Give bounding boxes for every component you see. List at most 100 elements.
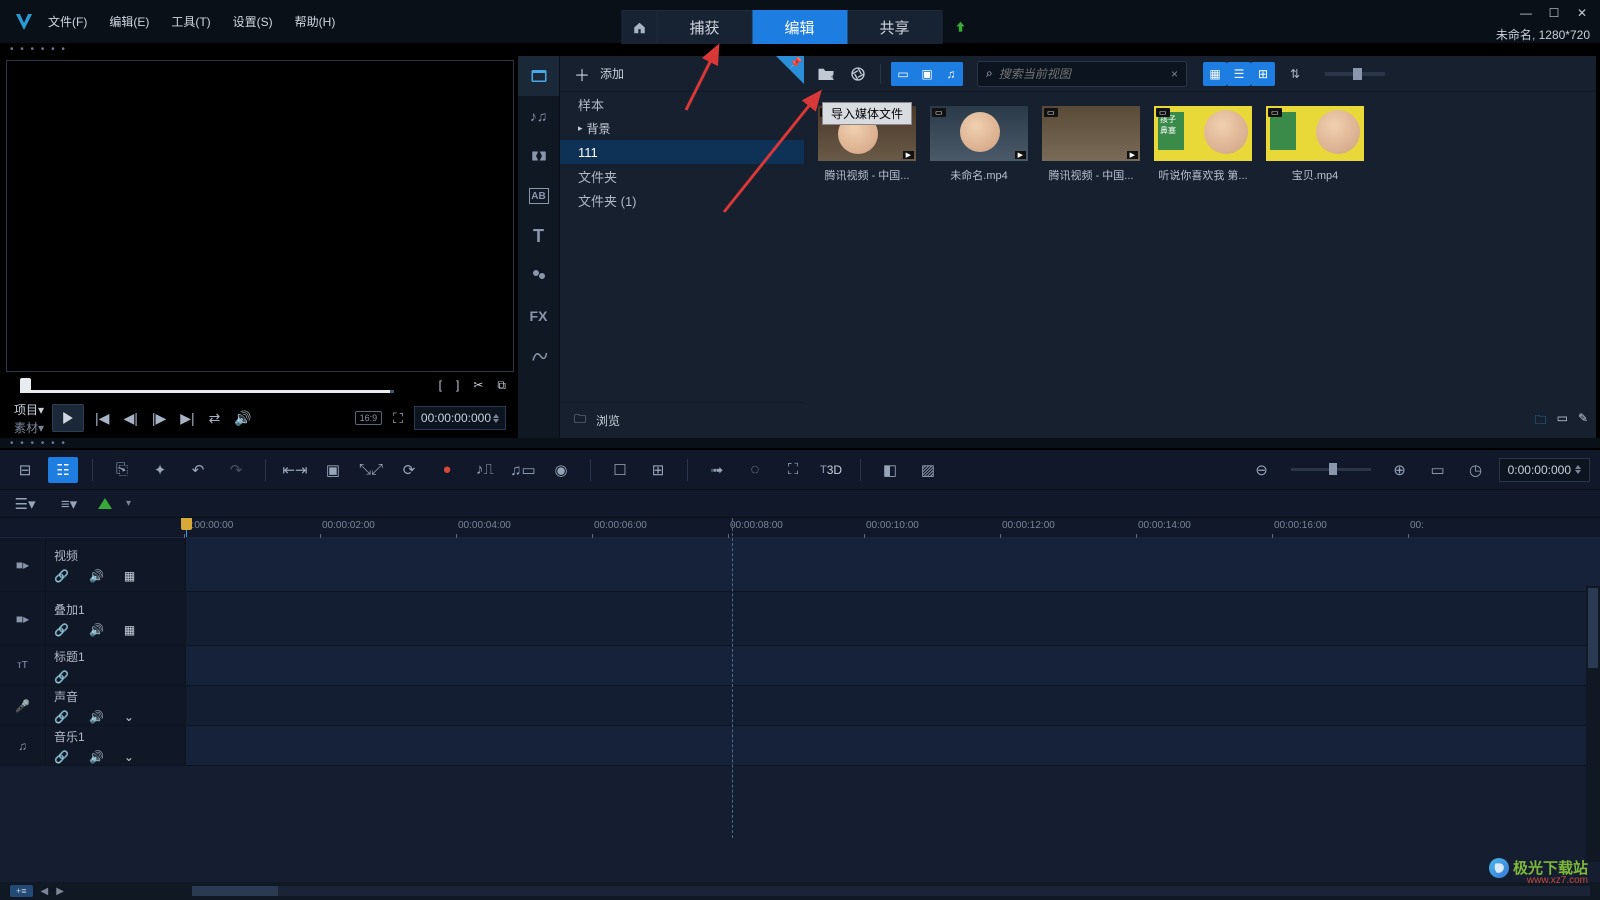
filter-audio-icon[interactable]: ♫	[939, 62, 963, 86]
media-item[interactable]: ▭▶未命名.mp4	[930, 106, 1028, 183]
fit-project-icon[interactable]: ▭	[1423, 457, 1453, 483]
capture-button[interactable]	[846, 62, 870, 86]
volume-icon[interactable]: 🔊	[89, 569, 104, 583]
go-start-button[interactable]: |◀	[92, 410, 112, 427]
lib-edit-icon[interactable]: ✎	[1578, 411, 1588, 432]
tool-screen-icon[interactable]: ▨	[913, 457, 943, 483]
tool-track-icon[interactable]: ◌	[740, 457, 770, 483]
sidetab-path-icon[interactable]	[518, 336, 559, 376]
menu-edit[interactable]: 编辑(E)	[109, 13, 149, 30]
lib-card-icon[interactable]: ▭	[1557, 411, 1568, 432]
tool-mixer-icon[interactable]: ♪⎍	[470, 457, 500, 483]
sidetab-transition-icon[interactable]	[518, 136, 559, 176]
play-button[interactable]	[52, 404, 84, 432]
tool-chapter-icon[interactable]: ☐	[605, 457, 635, 483]
panel-drag-dots-top[interactable]: • • • • • •	[0, 44, 1600, 54]
tool-trim-icon[interactable]: ⇤⇥	[280, 457, 310, 483]
preview-mode-material[interactable]: 素材▾	[14, 419, 44, 436]
tool-table-icon[interactable]: ⊞	[643, 457, 673, 483]
panel-drag-dots-mid[interactable]: • • • • • •	[0, 438, 1600, 448]
sort-icon[interactable]: ⇅	[1283, 62, 1307, 86]
volume-icon[interactable]: 🔊	[89, 750, 104, 764]
snapshot-icon[interactable]: ⧉	[497, 378, 506, 393]
link-icon[interactable]: 🔗	[54, 750, 69, 764]
link-icon[interactable]: 🔗	[54, 623, 69, 637]
track-menu2-icon[interactable]: ≡▾	[54, 491, 84, 517]
chevron-down-icon[interactable]: ⌄	[124, 710, 134, 724]
go-end-button[interactable]: ▶|	[177, 410, 197, 427]
window-maximize-button[interactable]: ☐	[1544, 6, 1564, 20]
tab-edit[interactable]: 编辑	[753, 10, 848, 44]
tool-split-icon[interactable]: ⤡⤢	[356, 457, 386, 483]
expand-preview-button[interactable]: ⛶	[390, 410, 406, 427]
marker-toggle-icon[interactable]	[98, 498, 112, 509]
upload-button[interactable]	[943, 10, 979, 44]
zoom-in-icon[interactable]: ⊕	[1385, 457, 1415, 483]
tool-paint-icon[interactable]: ◧	[875, 457, 905, 483]
tool-auto-music-icon[interactable]: ♫▭	[508, 457, 538, 483]
timeline-view-icon[interactable]: ☷	[48, 457, 78, 483]
split-scissors-icon[interactable]: ✂	[473, 378, 483, 393]
pin-icon[interactable]: 📌	[790, 58, 802, 69]
menu-help[interactable]: 帮助(H)	[295, 13, 336, 30]
menu-file[interactable]: 文件(F)	[48, 13, 87, 30]
sidetab-text-icon[interactable]: T	[518, 216, 559, 256]
storyboard-view-icon[interactable]: ⊟	[10, 457, 40, 483]
vertical-scrollbar[interactable]	[1586, 586, 1600, 862]
link-icon[interactable]: 🔗	[54, 569, 69, 583]
view-grid-icon[interactable]: ⊞	[1251, 62, 1275, 86]
timeline-ruler[interactable]: 0:00:00:00 00:00:02:00 00:00:04:00 00:00…	[186, 518, 1600, 538]
tool-3d-title-icon[interactable]: T3D	[816, 457, 846, 483]
volume-icon[interactable]: 🔊	[89, 623, 104, 637]
grid-icon[interactable]: ▦	[124, 569, 135, 583]
tree-item-sample[interactable]: 样本	[560, 92, 804, 116]
preview-mode-project[interactable]: 项目▾	[14, 401, 44, 418]
home-button[interactable]	[622, 10, 658, 44]
volume-icon[interactable]: 🔊	[89, 710, 104, 724]
menu-tools[interactable]: 工具(T)	[171, 13, 210, 30]
chevron-down-icon[interactable]: ⌄	[124, 750, 134, 764]
add-track-button[interactable]: +≡	[10, 885, 33, 897]
zoom-slider[interactable]	[1291, 468, 1371, 471]
add-folder-button[interactable]: ＋ 添加 📌	[560, 56, 804, 92]
view-list-icon[interactable]: ☰	[1227, 62, 1251, 86]
window-minimize-button[interactable]: —	[1516, 6, 1536, 20]
tool-crop-icon[interactable]: ▣	[318, 457, 348, 483]
expand-icon[interactable]: ▸	[578, 123, 583, 134]
window-close-button[interactable]: ✕	[1572, 6, 1592, 20]
redo-icon[interactable]: ↷	[221, 457, 251, 483]
tree-item-folder1[interactable]: 文件夹 (1)	[560, 188, 804, 212]
media-item[interactable]: ▭宝贝.mp4	[1266, 106, 1364, 183]
tool-record-icon[interactable]: ●	[432, 457, 462, 483]
tool-mask-icon[interactable]: ⛶	[778, 457, 808, 483]
tool-motion-icon[interactable]: ➟	[702, 457, 732, 483]
menu-settings[interactable]: 设置(S)	[233, 13, 273, 30]
mark-out-icon[interactable]: ]	[456, 378, 459, 393]
media-item[interactable]: 孩子鼻塞▭听说你喜欢我 第...	[1154, 106, 1252, 183]
browse-button[interactable]: 🗀 浏览	[560, 402, 804, 438]
view-thumb-icon[interactable]: ▦	[1203, 62, 1227, 86]
clear-search-icon[interactable]: ×	[1171, 67, 1178, 81]
lib-folder-icon[interactable]: 🗀	[1535, 411, 1547, 432]
horizontal-scrollbar[interactable]	[192, 886, 1590, 896]
search-input[interactable]: ⌕ ×	[977, 61, 1187, 87]
tool-blend-icon[interactable]: ◉	[546, 457, 576, 483]
grid-icon[interactable]: ▦	[124, 623, 135, 637]
scroll-right-icon[interactable]: ▶	[56, 886, 64, 897]
tree-item-111[interactable]: 111	[560, 140, 804, 164]
zoom-out-icon[interactable]: ⊖	[1247, 457, 1277, 483]
track-voice[interactable]: 🎤 声音🔗🔊⌄	[0, 686, 1600, 726]
mark-in-icon[interactable]: [	[439, 378, 442, 393]
aspect-ratio-selector[interactable]: 16:9	[355, 411, 383, 425]
clock-icon[interactable]: ◷	[1461, 457, 1491, 483]
next-frame-button[interactable]: |▶	[149, 410, 169, 427]
tree-item-background[interactable]: ▸背景	[560, 116, 804, 140]
undo-icon[interactable]: ↶	[183, 457, 213, 483]
volume-button[interactable]: 🔊	[231, 410, 254, 427]
track-video[interactable]: ■▸ 视频🔗🔊▦	[0, 538, 1600, 592]
tab-share[interactable]: 共享	[848, 10, 943, 44]
track-music1[interactable]: ♫ 音乐1🔗🔊⌄	[0, 726, 1600, 766]
scroll-left-icon[interactable]: ◀	[41, 886, 49, 897]
track-menu1-icon[interactable]: ☰▾	[10, 491, 40, 517]
loop-button[interactable]: ⇄	[206, 410, 224, 427]
